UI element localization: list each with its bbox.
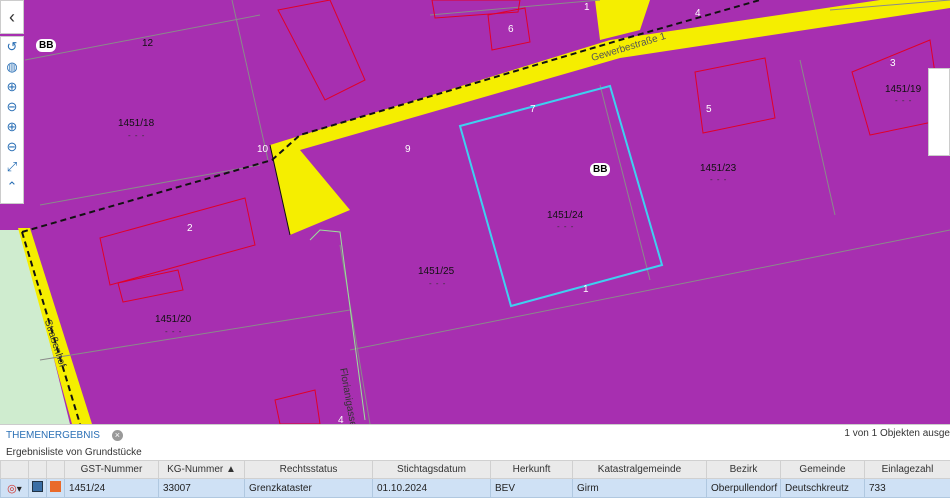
column-header[interactable]: Einlagezahl [864, 460, 950, 479]
zoom-in-2-icon[interactable]: ⊕ [1, 117, 23, 137]
zoom-out-icon[interactable]: ⊖ [1, 97, 23, 117]
cell-gemeinde: Deutschkreutz [780, 478, 865, 498]
plot-number: 4 [338, 415, 344, 424]
column-header[interactable]: Katastralgemeinde [572, 460, 707, 479]
refresh-icon[interactable]: ↺ [1, 37, 23, 57]
selected-parcel-outline[interactable] [458, 84, 664, 308]
tab-label: THEMENERGEBNIS [6, 429, 100, 441]
plot-number: 3 [890, 58, 896, 69]
plot-number: 7 [530, 104, 536, 115]
column-header[interactable]: Rechtsstatus [244, 460, 373, 479]
plot-number: 12 [142, 38, 154, 49]
cell-stichtagsdatum: 01.10.2024 [372, 478, 491, 498]
parcel-label[interactable]: 1451/18 [118, 118, 154, 129]
buildings [99, 0, 943, 424]
plot-number: 4 [695, 8, 701, 19]
plot-number: 9 [405, 144, 411, 155]
table-header-row: GST-Nummer KG-Nummer ▲ Rechtsstatus Stic… [0, 460, 950, 479]
target-icon[interactable]: ◎▾ [0, 478, 29, 498]
plot-number: 1 [584, 2, 590, 13]
street-line [309, 229, 366, 421]
zoom-out-2-icon[interactable]: ⊖ [1, 137, 23, 157]
document-icon[interactable] [28, 478, 47, 498]
plot-number: 6 [508, 24, 514, 35]
cell-katastralgemeinde: Girm [572, 478, 707, 498]
parcel-sub: - - - [165, 327, 183, 336]
parcel-sub: - - - [710, 175, 728, 184]
close-icon[interactable]: × [111, 429, 123, 441]
parcel-label[interactable]: 1451/19 [885, 84, 921, 95]
column-header[interactable]: GST-Nummer [64, 460, 159, 479]
column-header-blank [28, 460, 47, 479]
list-title: Ergebnisliste von Grundstücke [6, 447, 142, 458]
column-header[interactable]: Gemeinde [780, 460, 865, 479]
parcel-label[interactable]: 1451/24 [547, 210, 583, 221]
table-row[interactable]: ◎▾ 1451/24 33007 Grenzkataster 01.10.202… [0, 478, 950, 498]
plot-number: 1 [583, 284, 589, 295]
plot-number: 10 [257, 144, 269, 155]
column-header[interactable]: Bezirk [706, 460, 781, 479]
zoom-in-icon[interactable]: ⊕ [1, 77, 23, 97]
cell-gst-nummer: 1451/24 [64, 478, 159, 498]
parcel-label[interactable]: 1451/23 [700, 163, 736, 174]
result-count: 1 von 1 Objekten ausge [844, 428, 950, 439]
tab-themenergebnis[interactable]: THEMENERGEBNIS × [0, 425, 123, 445]
chevron-left-icon[interactable]: ‹ [0, 0, 24, 34]
map-canvas[interactable]: BB BB Gewerbestraße 1 Straßenhof Florian… [0, 0, 950, 424]
column-header[interactable]: Stichtagsdatum [372, 460, 491, 479]
collapse-up-icon[interactable]: ⌃ [1, 177, 23, 197]
results-panel: THEMENERGEBNIS × 1 von 1 Objekten ausge … [0, 424, 950, 498]
parcel-label[interactable]: 1451/25 [418, 266, 454, 277]
parcel-sub: - - - [557, 222, 575, 231]
map-layer[interactable] [0, 0, 950, 424]
fullscreen-icon[interactable]: ⤢ [1, 157, 23, 177]
overview-map-panel[interactable] [928, 68, 950, 156]
cell-herkunft: BEV [490, 478, 573, 498]
cell-rechtsstatus: Grenzkataster [244, 478, 373, 498]
column-header[interactable]: Herkunft [490, 460, 573, 479]
column-header[interactable]: KG-Nummer ▲ [158, 460, 245, 479]
zone-label: BB [36, 39, 57, 52]
app: BB BB Gewerbestraße 1 Straßenhof Florian… [0, 0, 950, 498]
zone-label: BB [590, 163, 611, 176]
parcel-label[interactable]: 1451/20 [155, 314, 191, 325]
cell-kg-nummer: 33007 [158, 478, 245, 498]
plot-number: 5 [706, 104, 712, 115]
column-header-blank [0, 460, 29, 479]
parcel-sub: - - - [429, 279, 447, 288]
results-table: GST-Nummer KG-Nummer ▲ Rechtsstatus Stic… [0, 460, 950, 498]
map-toolbar: ↺ ◍ ⊕ ⊖ ⊕ ⊖ ⤢ ⌃ [0, 36, 24, 204]
parcel-sub: - - - [128, 131, 146, 140]
parcel-sub: - - - [895, 96, 913, 105]
plot-number: 2 [187, 223, 193, 234]
column-header-blank [46, 460, 65, 479]
export-icon[interactable] [46, 478, 65, 498]
cell-einlagezahl: 733 [864, 478, 950, 498]
cell-bezirk: Oberpullendorf [706, 478, 781, 498]
parcel-lines [24, 0, 950, 424]
globe-icon[interactable]: ◍ [1, 57, 23, 77]
